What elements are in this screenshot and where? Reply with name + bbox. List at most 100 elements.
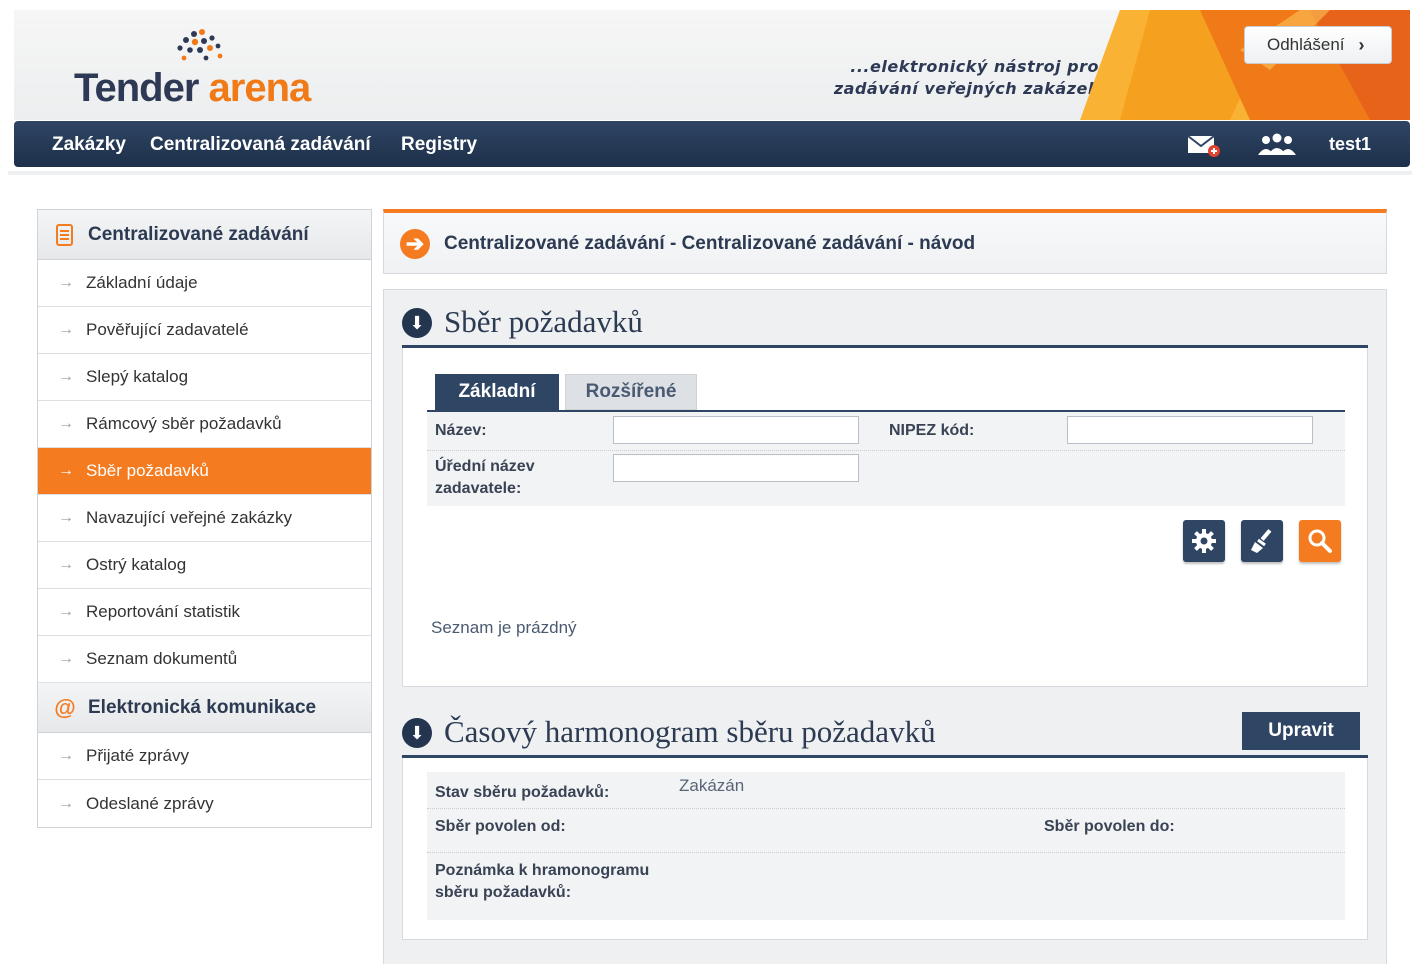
- section-header: ⬇ Sběr požadavků: [402, 290, 1368, 348]
- gear-icon: [1192, 529, 1216, 553]
- section-body: Stav sběru požadavků: Zakázán Sběr povol…: [402, 758, 1368, 940]
- search-icon: [1308, 529, 1332, 553]
- sidebar-item-poverujici[interactable]: → Pověřující zadavatelé: [38, 307, 371, 354]
- nav-item-zakazky[interactable]: Zakázky: [52, 134, 126, 156]
- nav-item-registry[interactable]: Registry: [401, 134, 477, 156]
- to-label: Sběr povolen do:: [1044, 818, 1175, 835]
- arrow-right-icon: →: [58, 603, 74, 620]
- nav-shadow: [8, 171, 1412, 175]
- note-label-line2: sběru požadavků:: [435, 884, 572, 901]
- arrow-right-icon: →: [58, 509, 74, 526]
- arrow-right-icon: →: [58, 321, 74, 338]
- arrow-right-icon: →: [58, 650, 74, 667]
- sidebar-item-label: Navazující veřejné zakázky: [86, 508, 292, 527]
- tab-zakladni[interactable]: Základní: [435, 374, 559, 410]
- sidebar-item-reportovani[interactable]: → Reportování statistik: [38, 589, 371, 636]
- official-name-input[interactable]: [613, 454, 859, 482]
- nipez-input[interactable]: [1067, 416, 1313, 444]
- status-value: Zakázán: [679, 776, 745, 795]
- note-label: Poznámka k hramonogramu sběru požadavků:: [435, 860, 649, 904]
- note-label-line1: Poznámka k hramonogramu: [435, 862, 650, 879]
- empty-list-text: Seznam je prázdný: [431, 618, 577, 637]
- sidebar-item-label: Sběr požadavků: [86, 461, 209, 480]
- official-name-label-line2: zadavatele:: [435, 480, 522, 497]
- logo[interactable]: Tender arena: [74, 66, 312, 111]
- name-label: Název:: [435, 422, 487, 439]
- nipez-label: NIPEZ kód:: [889, 422, 975, 439]
- tab-rozsirene[interactable]: Rozšířené: [565, 374, 697, 410]
- brush-icon: [1251, 529, 1272, 553]
- search-button[interactable]: [1299, 520, 1341, 562]
- mail-icon[interactable]: [1186, 133, 1222, 157]
- arrow-right-icon: →: [58, 556, 74, 573]
- sidebar-item-zakladni-udaje[interactable]: → Základní údaje: [38, 260, 371, 307]
- section-body: Základní Rozšířené Název: NIPEZ kód: Úře…: [402, 348, 1368, 687]
- user-name[interactable]: test1: [1329, 134, 1371, 155]
- logo-dots-icon: [177, 29, 223, 61]
- at-icon: @: [54, 694, 76, 720]
- tagline: ...elektronický nástroj pro zadávání veř…: [774, 56, 1099, 100]
- sidebar-item-label: Přijaté zprávy: [86, 746, 189, 765]
- sidebar-group-title: Centralizované zadávání: [88, 223, 309, 245]
- from-label: Sběr povolen od:: [435, 818, 566, 835]
- logout-label: Odhlášení: [1267, 35, 1345, 54]
- sidebar-item-ostry-katalog[interactable]: → Ostrý katalog: [38, 542, 371, 589]
- nav-item-centralizovana[interactable]: Centralizovaná zadávání: [150, 134, 371, 156]
- row-separator: [427, 450, 1345, 451]
- arrow-circle-down-icon[interactable]: ⬇: [402, 718, 432, 748]
- name-input[interactable]: [613, 416, 859, 444]
- sidebar-item-label: Rámcový sběr požadavků: [86, 414, 282, 433]
- sidebar-item-label: Základní údaje: [86, 273, 198, 292]
- breadcrumb-panel: ➔ Centralizované zadávání - Centralizova…: [383, 209, 1387, 274]
- arrow-right-icon: →: [58, 368, 74, 385]
- main-panel: ⬇ Sběr požadavků Základní Rozšířené Náze…: [383, 289, 1387, 964]
- sidebar-item-navazujici[interactable]: → Navazující veřejné zakázky: [38, 495, 371, 542]
- breadcrumb: Centralizované zadávání - Centralizované…: [444, 233, 976, 254]
- status-label: Stav sběru požadavků:: [435, 784, 610, 801]
- main-nav: Zakázky Centralizovaná zadávání Registry…: [14, 121, 1410, 167]
- clear-button[interactable]: [1241, 520, 1283, 562]
- sidebar-item-odeslane-zpravy[interactable]: → Odeslané zprávy: [38, 780, 371, 827]
- sidebar-item-seznam-dokumentu[interactable]: → Seznam dokumentů: [38, 636, 371, 683]
- sidebar-group-komunikace: @ Elektronická komunikace: [38, 683, 371, 733]
- arrow-circle-right-icon: ➔: [400, 229, 430, 259]
- document-icon: [54, 223, 76, 246]
- official-name-label: Úřední název zadavatele:: [435, 456, 535, 500]
- arrow-right-icon: →: [58, 794, 74, 812]
- sidebar-item-label: Slepý katalog: [86, 367, 189, 386]
- section-title: Sběr požadavků: [444, 304, 643, 339]
- arrow-right-icon: →: [58, 747, 74, 764]
- sidebar-item-label: Reportování statistik: [86, 602, 241, 621]
- sidebar-group-title: Elektronická komunikace: [88, 696, 317, 718]
- section-harmonogram: ⬇ Časový harmonogram sběru požadavků Upr…: [402, 700, 1368, 940]
- header: Tender arena ...elektronický nástroj pro…: [14, 10, 1410, 120]
- section-header: ⬇ Časový harmonogram sběru požadavků Upr…: [402, 700, 1368, 758]
- settings-button[interactable]: [1183, 520, 1225, 562]
- row-separator: [427, 852, 1345, 853]
- sidebar-item-label: Pověřující zadavatelé: [86, 320, 249, 339]
- row-separator: [427, 808, 1345, 809]
- official-name-label-line1: Úřední název: [435, 458, 535, 475]
- users-icon[interactable]: [1254, 133, 1300, 157]
- sidebar-item-label: Seznam dokumentů: [86, 649, 238, 668]
- arrow-right-icon: →: [58, 274, 74, 291]
- sidebar: Centralizované zadávání → Základní údaje …: [37, 209, 372, 828]
- sidebar-item-slepy-katalog[interactable]: → Slepý katalog: [38, 354, 371, 401]
- sidebar-item-label: Odeslané zprávy: [86, 793, 214, 813]
- sidebar-item-sber-pozadavku[interactable]: → Sběr požadavků: [38, 448, 371, 495]
- edit-button[interactable]: Upravit: [1242, 712, 1360, 750]
- sidebar-item-label: Ostrý katalog: [86, 555, 187, 574]
- logo-left: Tender: [74, 66, 199, 110]
- sidebar-item-ramcovy-sber[interactable]: → Rámcový sběr požadavků: [38, 401, 371, 448]
- logout-button[interactable]: Odhlášení ›: [1244, 26, 1392, 64]
- sidebar-group-centralizovane: Centralizované zadávání: [38, 210, 371, 260]
- sidebar-item-prijate-zpravy[interactable]: → Přijaté zprávy: [38, 733, 371, 780]
- page: Tender arena ...elektronický nástroj pro…: [0, 0, 1416, 964]
- logo-right: arena: [208, 66, 312, 110]
- filter-form: Název: NIPEZ kód: Úřední název zadavatel…: [427, 410, 1345, 506]
- section-title: Časový harmonogram sběru požadavků: [444, 714, 936, 749]
- section-sber-pozadavku: ⬇ Sběr požadavků Základní Rozšířené Náze…: [402, 290, 1368, 687]
- tagline-line2: zadávání veřejných zakázek: [833, 79, 1099, 98]
- arrow-circle-down-icon[interactable]: ⬇: [402, 308, 432, 338]
- tagline-line1: ...elektronický nástroj pro: [850, 57, 1099, 76]
